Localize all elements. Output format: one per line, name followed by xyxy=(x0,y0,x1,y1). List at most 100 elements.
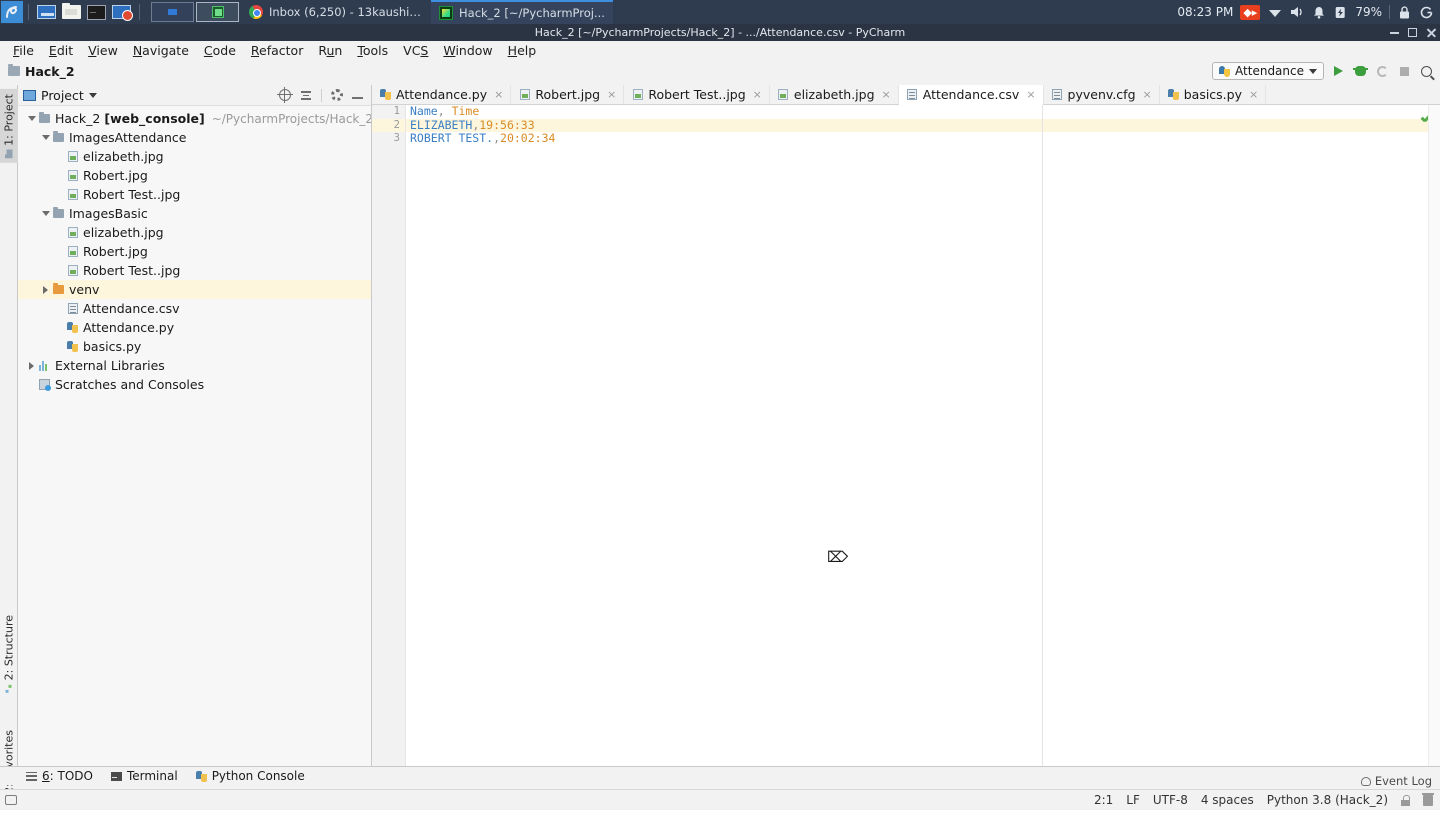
maximize-icon[interactable] xyxy=(1408,28,1417,37)
run-configuration-selector[interactable]: Attendance xyxy=(1212,62,1324,80)
editor-tab-elizabeth-jpg[interactable]: elizabeth.jpg × xyxy=(770,85,899,104)
coverage-button[interactable] xyxy=(1374,63,1390,79)
sidebar-item-project[interactable]: 1: Project xyxy=(0,89,18,163)
battery-icon[interactable] xyxy=(1333,5,1348,20)
project-panel-header: Project xyxy=(18,85,371,106)
breadcrumb[interactable]: Hack_2 xyxy=(8,64,75,79)
collapse-all-icon[interactable] xyxy=(300,89,312,101)
editor-tab-attendance-py[interactable]: Attendance.py × xyxy=(372,85,512,104)
menu-run[interactable]: Run xyxy=(311,41,349,60)
read-only-lock-icon[interactable] xyxy=(1401,794,1410,806)
line-separator[interactable]: LF xyxy=(1126,793,1140,807)
menu-navigate[interactable]: Navigate xyxy=(126,41,196,60)
bell-icon[interactable] xyxy=(1311,5,1326,20)
collapse-arrow-icon[interactable] xyxy=(26,356,37,375)
close-tab-icon[interactable]: × xyxy=(1143,88,1152,101)
collapse-arrow-icon[interactable] xyxy=(40,280,51,299)
editor-tab-pyvenv-cfg[interactable]: pyvenv.cfg × xyxy=(1044,85,1160,104)
project-tree[interactable]: Hack_2 [web_console] ~/PycharmProjects/Ha… xyxy=(18,106,371,785)
volume-icon[interactable] xyxy=(1289,5,1304,20)
code-editor[interactable]: 123 Name, Time ELIZABETH,19:56:33 ROBERT T… xyxy=(372,105,1440,785)
event-log-button[interactable]: Event Log xyxy=(1360,774,1432,788)
expand-arrow-icon[interactable] xyxy=(26,109,37,128)
menu-tools[interactable]: Tools xyxy=(350,41,395,60)
tree-item-external-libraries[interactable]: External Libraries xyxy=(18,356,371,375)
tool-button-label: 6: TODO xyxy=(42,769,93,783)
editor-tab-attendance-csv[interactable]: Attendance.csv × xyxy=(898,85,1044,105)
hide-icon[interactable] xyxy=(352,97,363,99)
menu-vcs[interactable]: VCS xyxy=(396,41,435,60)
close-tab-icon[interactable]: × xyxy=(1026,88,1035,101)
menu-edit[interactable]: Edit xyxy=(42,41,80,60)
tree-item-scratches-and-consoles[interactable]: Scratches and Consoles xyxy=(18,375,371,394)
editor-tab-robert-jpg[interactable]: Robert.jpg × xyxy=(511,85,625,104)
menu-code[interactable]: Code xyxy=(197,41,243,60)
tree-item-attendance-csv[interactable]: Attendance.csv xyxy=(18,299,371,318)
tray-red-badge-icon[interactable]: ◆▸ xyxy=(1240,4,1261,20)
tree-item-imagesbasic[interactable]: ImagesBasic xyxy=(18,204,371,223)
tool-button-python-console[interactable]: Python Console xyxy=(195,769,305,783)
workspace-1[interactable] xyxy=(151,2,194,22)
tree-item-venv[interactable]: venv xyxy=(18,280,371,299)
show-desktop-icon[interactable] xyxy=(36,3,57,21)
minimize-icon[interactable] xyxy=(1390,31,1399,34)
trash-icon[interactable] xyxy=(1422,792,1434,806)
editor-tab-robert-test-jpg[interactable]: Robert Test..jpg × xyxy=(624,85,770,104)
tray-clock[interactable]: 08:23 PM xyxy=(1177,5,1233,19)
tree-item-imagesattendance[interactable]: ImagesAttendance xyxy=(18,128,371,147)
menu-window[interactable]: Window xyxy=(436,41,499,60)
power-icon[interactable] xyxy=(1419,5,1434,20)
expand-arrow-icon[interactable] xyxy=(40,204,51,223)
taskbar-window-chrome[interactable]: Inbox (6,250) - 13kaushik... xyxy=(241,0,431,24)
close-tab-icon[interactable]: × xyxy=(494,88,503,101)
tree-item-attendance-py[interactable]: Attendance.py xyxy=(18,318,371,337)
screen-recorder-icon[interactable] xyxy=(111,3,133,21)
menu-view[interactable]: View xyxy=(81,41,125,60)
code-line[interactable]: ELIZABETH,19:56:33 xyxy=(406,118,1440,132)
close-icon[interactable] xyxy=(1426,28,1436,38)
close-tab-icon[interactable]: × xyxy=(607,88,616,101)
wifi-icon[interactable] xyxy=(1267,5,1282,20)
search-everywhere-button[interactable] xyxy=(1418,63,1434,79)
tool-button-todo[interactable]: 6: TODO xyxy=(26,769,93,783)
editor-tab-basics-py[interactable]: basics.py × xyxy=(1160,85,1267,104)
editor-scrollbar[interactable] xyxy=(1428,105,1440,785)
menu-help[interactable]: Help xyxy=(501,41,544,60)
tree-item-robert-jpg[interactable]: Robert.jpg xyxy=(18,242,371,261)
taskbar-window-pycharm[interactable]: Hack_2 [~/PycharmProj... xyxy=(431,0,613,24)
code-line[interactable]: Name, Time xyxy=(406,105,1440,119)
run-button[interactable] xyxy=(1330,63,1346,79)
tree-item-hack-2-web-console-[interactable]: Hack_2 [web_console] ~/PycharmProjects/Ha… xyxy=(18,109,371,128)
code-line[interactable]: ROBERT TEST.,20:02:34 xyxy=(406,131,1440,146)
workspace-2[interactable] xyxy=(196,2,239,22)
tree-item-elizabeth-jpg[interactable]: elizabeth.jpg xyxy=(18,147,371,166)
code-content[interactable]: Name, Time ELIZABETH,19:56:33 ROBERT TEST.… xyxy=(406,105,1440,146)
lock-icon[interactable] xyxy=(1397,5,1412,20)
stop-button[interactable] xyxy=(1396,63,1412,79)
sidebar-item-structure[interactable]: 2: Structure xyxy=(0,610,18,697)
debug-button[interactable] xyxy=(1352,63,1368,79)
tree-item-elizabeth-jpg[interactable]: elizabeth.jpg xyxy=(18,223,371,242)
tree-item-robert-test-jpg[interactable]: Robert Test..jpg xyxy=(18,185,371,204)
settings-gear-icon[interactable] xyxy=(331,89,343,101)
caret-position[interactable]: 2:1 xyxy=(1094,793,1113,807)
tree-item-robert-test-jpg[interactable]: Robert Test..jpg xyxy=(18,261,371,280)
terminal-icon[interactable] xyxy=(86,2,107,21)
close-tab-icon[interactable]: × xyxy=(1249,88,1258,101)
indent-setting[interactable]: 4 spaces xyxy=(1201,793,1254,807)
mint-menu-icon[interactable] xyxy=(1,1,23,23)
tool-button-terminal[interactable]: Terminal xyxy=(110,769,178,783)
encoding[interactable]: UTF-8 xyxy=(1153,793,1188,807)
toggle-tool-windows-icon[interactable] xyxy=(5,795,17,805)
tree-item-robert-jpg[interactable]: Robert.jpg xyxy=(18,166,371,185)
expand-arrow-icon[interactable] xyxy=(40,128,51,147)
menu-file[interactable]: File xyxy=(6,41,41,60)
close-tab-icon[interactable]: × xyxy=(753,88,762,101)
tree-item-basics-py[interactable]: basics.py xyxy=(18,337,371,356)
menu-refactor[interactable]: Refactor xyxy=(244,41,310,60)
chevron-down-icon[interactable] xyxy=(88,92,97,98)
close-tab-icon[interactable]: × xyxy=(882,88,891,101)
locate-icon[interactable] xyxy=(277,87,293,103)
file-manager-icon[interactable] xyxy=(61,3,82,21)
python-interpreter[interactable]: Python 3.8 (Hack_2) xyxy=(1267,793,1388,807)
